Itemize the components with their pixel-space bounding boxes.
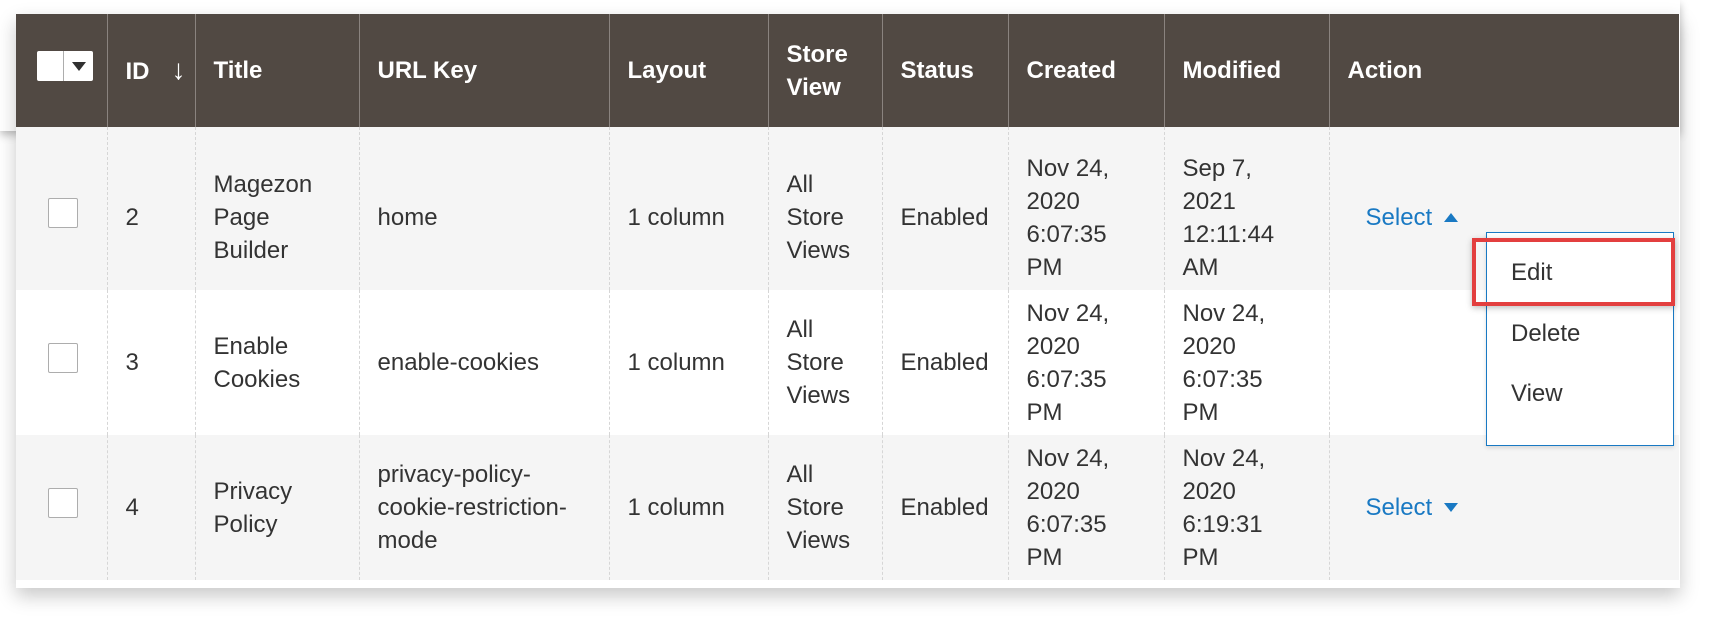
column-header-action: Action: [1328, 14, 1679, 127]
column-header-id-label: ID: [125, 58, 150, 85]
chevron-down-icon[interactable]: [72, 61, 86, 71]
grid-header-row: ID ↓ Title URL Key Layout Store View Stat…: [16, 14, 1679, 127]
cell-modified: Nov 24, 2020 6:07:35 PM: [1163, 290, 1329, 435]
cell-layout: 1 column: [608, 290, 768, 435]
column-header-created[interactable]: Created: [1007, 14, 1164, 127]
cell-title: Enable Cookies: [194, 290, 359, 435]
cell-id: 4: [106, 435, 195, 580]
cell-action: Select: [1328, 435, 1679, 580]
cell-url-key: enable-cookies: [358, 290, 609, 435]
arrow-down-icon[interactable]: ↓: [172, 54, 186, 85]
cell-title: Magezon Page Builder: [194, 127, 359, 290]
cell-url-key: home: [358, 127, 609, 290]
grid-table: ID ↓ Title URL Key Layout Store View Stat…: [16, 14, 1679, 580]
row-select-cell: [16, 127, 107, 290]
cell-title: Privacy Policy: [194, 435, 359, 580]
column-header-store-view[interactable]: Store View: [767, 14, 882, 127]
cell-created: Nov 24, 2020 6:07:35 PM: [1007, 127, 1164, 290]
menu-item-view[interactable]: View: [1511, 380, 1563, 408]
action-select-button[interactable]: Select: [1366, 491, 1459, 524]
cell-created: Nov 24, 2020 6:07:35 PM: [1007, 290, 1164, 435]
action-select-button[interactable]: Select: [1366, 201, 1459, 234]
column-header-modified[interactable]: Modified: [1163, 14, 1329, 127]
triangle-up-icon: [1444, 213, 1459, 222]
row-select-cell: [16, 290, 107, 435]
cell-layout: 1 column: [608, 127, 768, 290]
column-header-layout[interactable]: Layout: [608, 14, 768, 127]
cell-status: Enabled: [881, 435, 1008, 580]
row-checkbox[interactable]: [48, 488, 78, 518]
table-row: 3 Enable Cookies enable-cookies 1 column…: [16, 290, 1679, 435]
cms-pages-grid: ID ↓ Title URL Key Layout Store View Stat…: [16, 14, 1680, 588]
menu-item-delete[interactable]: Delete: [1511, 320, 1580, 348]
cell-store-view: All Store Views: [767, 435, 882, 580]
cell-store-view: All Store Views: [767, 290, 882, 435]
table-row: 2 Magezon Page Builder home 1 column All…: [16, 127, 1679, 290]
row-checkbox[interactable]: [48, 198, 78, 228]
mass-select-dropdown[interactable]: [37, 51, 93, 81]
table-row: 4 Privacy Policy privacy-policy-cookie-r…: [16, 435, 1679, 580]
mass-select-header: [16, 14, 107, 127]
triangle-down-icon: [1444, 503, 1459, 512]
cell-status: Enabled: [881, 290, 1008, 435]
cell-modified: Nov 24, 2020 6:19:31 PM: [1163, 435, 1329, 580]
cell-status: Enabled: [881, 127, 1008, 290]
column-header-id[interactable]: ID ↓: [106, 14, 195, 127]
cell-modified: Sep 7, 2021 12:11:44 AM: [1163, 127, 1329, 290]
highlight-edit-box: [1472, 238, 1675, 306]
cell-store-view: All Store Views: [767, 127, 882, 290]
cell-id: 3: [106, 290, 195, 435]
column-header-url-key[interactable]: URL Key: [358, 14, 609, 127]
cell-id: 2: [106, 127, 195, 290]
cell-url-key: privacy-policy-cookie-restriction-mode: [358, 435, 609, 580]
row-select-cell: [16, 435, 107, 580]
cell-created: Nov 24, 2020 6:07:35 PM: [1007, 435, 1164, 580]
row-checkbox[interactable]: [48, 343, 78, 373]
column-header-title[interactable]: Title: [194, 14, 359, 127]
action-select-label: Select: [1365, 494, 1433, 521]
column-header-status[interactable]: Status: [881, 14, 1008, 127]
cell-layout: 1 column: [608, 435, 768, 580]
action-select-label: Select: [1365, 204, 1433, 231]
mass-select-checkbox[interactable]: [37, 51, 64, 81]
